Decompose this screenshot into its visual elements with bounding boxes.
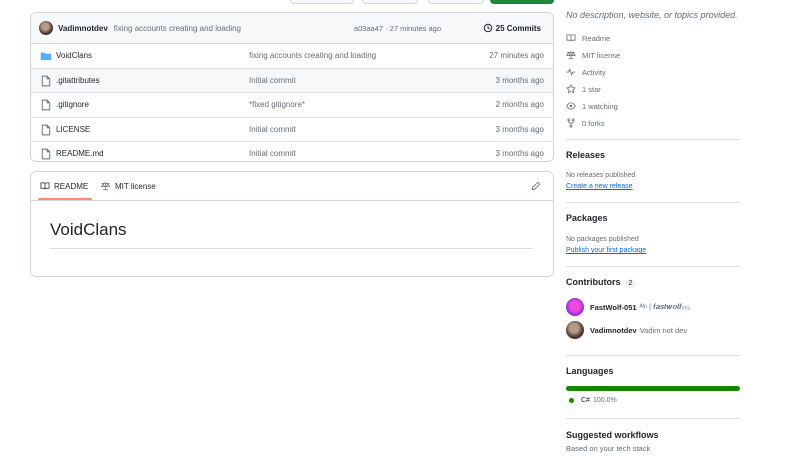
fork-icon <box>567 118 575 128</box>
commit-hash-time[interactable]: a03aa47 · 27 minutes ago <box>354 24 441 33</box>
readme-heading: VoidClans <box>50 220 127 239</box>
language-bar <box>566 386 740 391</box>
file-browser: Vadimnotdev fixing accounts creating and… <box>30 12 554 162</box>
meta-label: 1 star <box>582 84 601 94</box>
language-name: C# <box>581 397 590 404</box>
star-icon <box>566 84 576 94</box>
tab-license-label: MIT license <box>115 181 156 191</box>
releases-empty-text: No releases published <box>566 172 636 179</box>
file-icon <box>41 99 51 111</box>
book-icon <box>40 182 50 190</box>
file-commit-message[interactable]: *fixed gitignore* <box>249 100 305 109</box>
history-icon <box>483 23 492 33</box>
divider <box>566 355 740 356</box>
contributors-heading[interactable]: Contributors 2 <box>566 277 637 288</box>
repo-description: No description, website, or topics provi… <box>566 10 738 20</box>
packages-heading[interactable]: Packages <box>566 213 608 223</box>
top-button-stub[interactable] <box>362 0 418 4</box>
top-button-stub[interactable] <box>290 0 354 4</box>
file-icon <box>41 124 51 135</box>
meta-label: MIT license <box>582 50 621 60</box>
tab-license[interactable]: MIT license <box>100 172 156 200</box>
create-release-link[interactable]: Create a new release <box>566 183 633 190</box>
scale-icon <box>566 51 576 60</box>
file-icon <box>41 75 51 86</box>
divider <box>566 418 740 419</box>
folder-icon <box>40 52 52 61</box>
file-age: 2 months ago <box>495 100 544 110</box>
scale-icon <box>100 182 111 191</box>
commits-count-label: 25 Commits <box>495 23 541 33</box>
file-name[interactable]: LICENSE <box>56 125 90 134</box>
commit-author[interactable]: Vadimnotdev <box>58 24 108 33</box>
releases-heading[interactable]: Releases <box>566 150 605 160</box>
contributors-count-badge: 2 <box>624 279 637 288</box>
top-button-stub[interactable] <box>428 0 484 4</box>
divider <box>566 266 740 267</box>
avatar[interactable] <box>39 21 53 35</box>
languages-heading: Languages <box>566 366 614 376</box>
pencil-icon[interactable] <box>531 181 541 191</box>
file-commit-message[interactable]: Initial commit <box>249 125 296 134</box>
contributor-name: ᴬˡᵖ | 𝒇𝒂𝒔𝒕𝒘𝒐𝒍𝒇₀₅₁ <box>639 302 691 311</box>
tab-readme-label: README <box>54 181 89 191</box>
pulse-icon <box>566 68 576 76</box>
readme-panel: README MIT license VoidClans <box>30 171 554 277</box>
file-age: 3 months ago <box>495 124 544 134</box>
tab-readme[interactable]: README <box>37 172 93 200</box>
workflows-subtext: Based on your tech stack <box>566 444 651 453</box>
file-row[interactable]: VoidClans fixing accounts creating and l… <box>31 44 553 69</box>
file-commit-message[interactable]: Initial commit <box>249 76 296 85</box>
book-icon <box>566 34 576 42</box>
avatar[interactable] <box>566 321 584 339</box>
packages-empty-text: No packages published <box>566 236 639 243</box>
language-item[interactable]: C# 100.0% <box>569 397 617 404</box>
meta-label: 1 watching <box>582 101 618 111</box>
contributor-item[interactable]: Vadimnotdev Vadim not dev <box>566 321 687 339</box>
stars-link[interactable]: 1 star <box>566 84 601 94</box>
file-row[interactable]: LICENSE Initial commit 3 months ago <box>31 118 553 142</box>
contributor-login: FastWolf-051 <box>590 302 637 312</box>
file-row[interactable]: .gitattributes Initial commit 3 months a… <box>31 68 553 93</box>
divider <box>50 248 533 249</box>
activity-link[interactable]: Activity <box>566 67 606 77</box>
file-name[interactable]: .gitignore <box>56 100 89 109</box>
readme-tab-bar: README MIT license <box>31 172 553 201</box>
meta-label: Activity <box>582 67 606 77</box>
forks-link[interactable]: 0 forks <box>566 118 605 128</box>
file-commit-message[interactable]: Initial commit <box>249 149 296 158</box>
file-commit-message[interactable]: fixing accounts creating and loading <box>249 51 376 60</box>
eye-icon <box>566 102 576 110</box>
file-row[interactable]: .gitignore *fixed gitignore* 2 months ag… <box>31 93 553 118</box>
code-button-stub[interactable] <box>490 0 554 4</box>
watchers-link[interactable]: 1 watching <box>566 101 618 111</box>
publish-package-link[interactable]: Publish your first package <box>566 247 646 254</box>
file-icon <box>41 148 51 160</box>
contributor-name: Vadim not dev <box>639 325 688 335</box>
file-age: 3 months ago <box>495 75 544 85</box>
language-percent: 100.0% <box>592 397 617 404</box>
avatar[interactable] <box>566 298 584 316</box>
divider <box>566 202 740 203</box>
language-color-dot <box>569 398 574 403</box>
file-name[interactable]: VoidClans <box>56 51 92 60</box>
meta-label: Readme <box>582 33 611 43</box>
latest-commit-bar: Vadimnotdev fixing accounts creating and… <box>31 13 553 44</box>
file-age: 27 minutes ago <box>489 51 544 61</box>
meta-label: 0 forks <box>582 118 605 128</box>
readme-link[interactable]: Readme <box>566 33 610 43</box>
divider <box>566 139 740 140</box>
contributor-item[interactable]: FastWolf-051 ᴬˡᵖ | 𝒇𝒂𝒔𝒕𝒘𝒐𝒍𝒇₀₅₁ <box>566 298 690 316</box>
commit-message[interactable]: fixing accounts creating and loading <box>114 24 241 33</box>
license-link[interactable]: MIT license <box>566 50 620 60</box>
file-name[interactable]: .gitattributes <box>56 76 100 85</box>
file-name[interactable]: README.md <box>56 149 104 158</box>
file-row[interactable]: README.md Initial commit 3 months ago <box>31 142 553 161</box>
contributor-login: Vadimnotdev <box>590 325 637 335</box>
workflows-heading: Suggested workflows <box>566 430 659 440</box>
contributors-title: Contributors <box>566 277 621 287</box>
commits-link[interactable]: 25 Commits <box>483 23 541 33</box>
file-age: 3 months ago <box>495 149 544 159</box>
